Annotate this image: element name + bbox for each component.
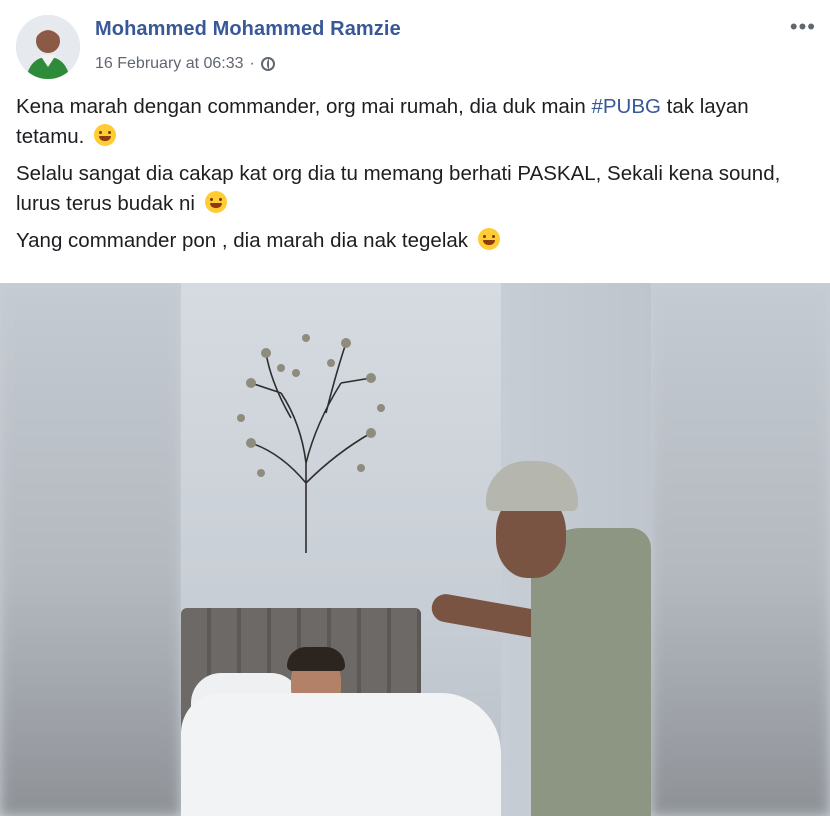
post-header: Mohammed Mohammed Ramzie 16 February at … (0, 0, 830, 90)
paragraph-text: Yang commander pon , dia marah dia nak t… (16, 229, 469, 252)
video-blur-left (0, 283, 181, 816)
post-paragraph: Yang commander pon , dia marah dia nak t… (16, 226, 816, 256)
post-paragraph: Kena marah dengan commander, org mai rum… (16, 92, 816, 152)
hashtag-link[interactable]: #PUBG (591, 95, 661, 118)
wall-decor-tree-image (237, 334, 385, 553)
bed-blanket (181, 693, 501, 816)
more-options-button[interactable]: ••• (790, 14, 816, 40)
author-name[interactable]: Mohammed Mohammed Ramzie (95, 18, 401, 41)
video-frame (181, 283, 651, 816)
paragraph-text: Kena marah dengan commander, org mai rum… (16, 95, 592, 118)
rofl-emoji-icon (477, 228, 500, 250)
boy-hair (287, 647, 345, 671)
video-blur-right (651, 283, 830, 816)
post-video[interactable] (0, 283, 830, 816)
post-paragraph: Selalu sangat dia cakap kat org dia tu m… (16, 159, 816, 219)
globe-icon[interactable] (260, 57, 275, 71)
laughing-emoji-icon (94, 124, 117, 146)
post-text: Kena marah dengan commander, org mai rum… (16, 92, 816, 263)
meta-separator: · (249, 55, 255, 72)
smiling-emoji-icon (204, 191, 227, 213)
paragraph-text: Selalu sangat dia cakap kat org dia tu m… (16, 162, 781, 215)
post-timestamp[interactable]: 16 February at 06:33 (95, 55, 244, 73)
avatar[interactable] (16, 15, 80, 79)
post-meta: 16 February at 06:33 · (95, 55, 275, 73)
avatar-image (16, 15, 80, 79)
